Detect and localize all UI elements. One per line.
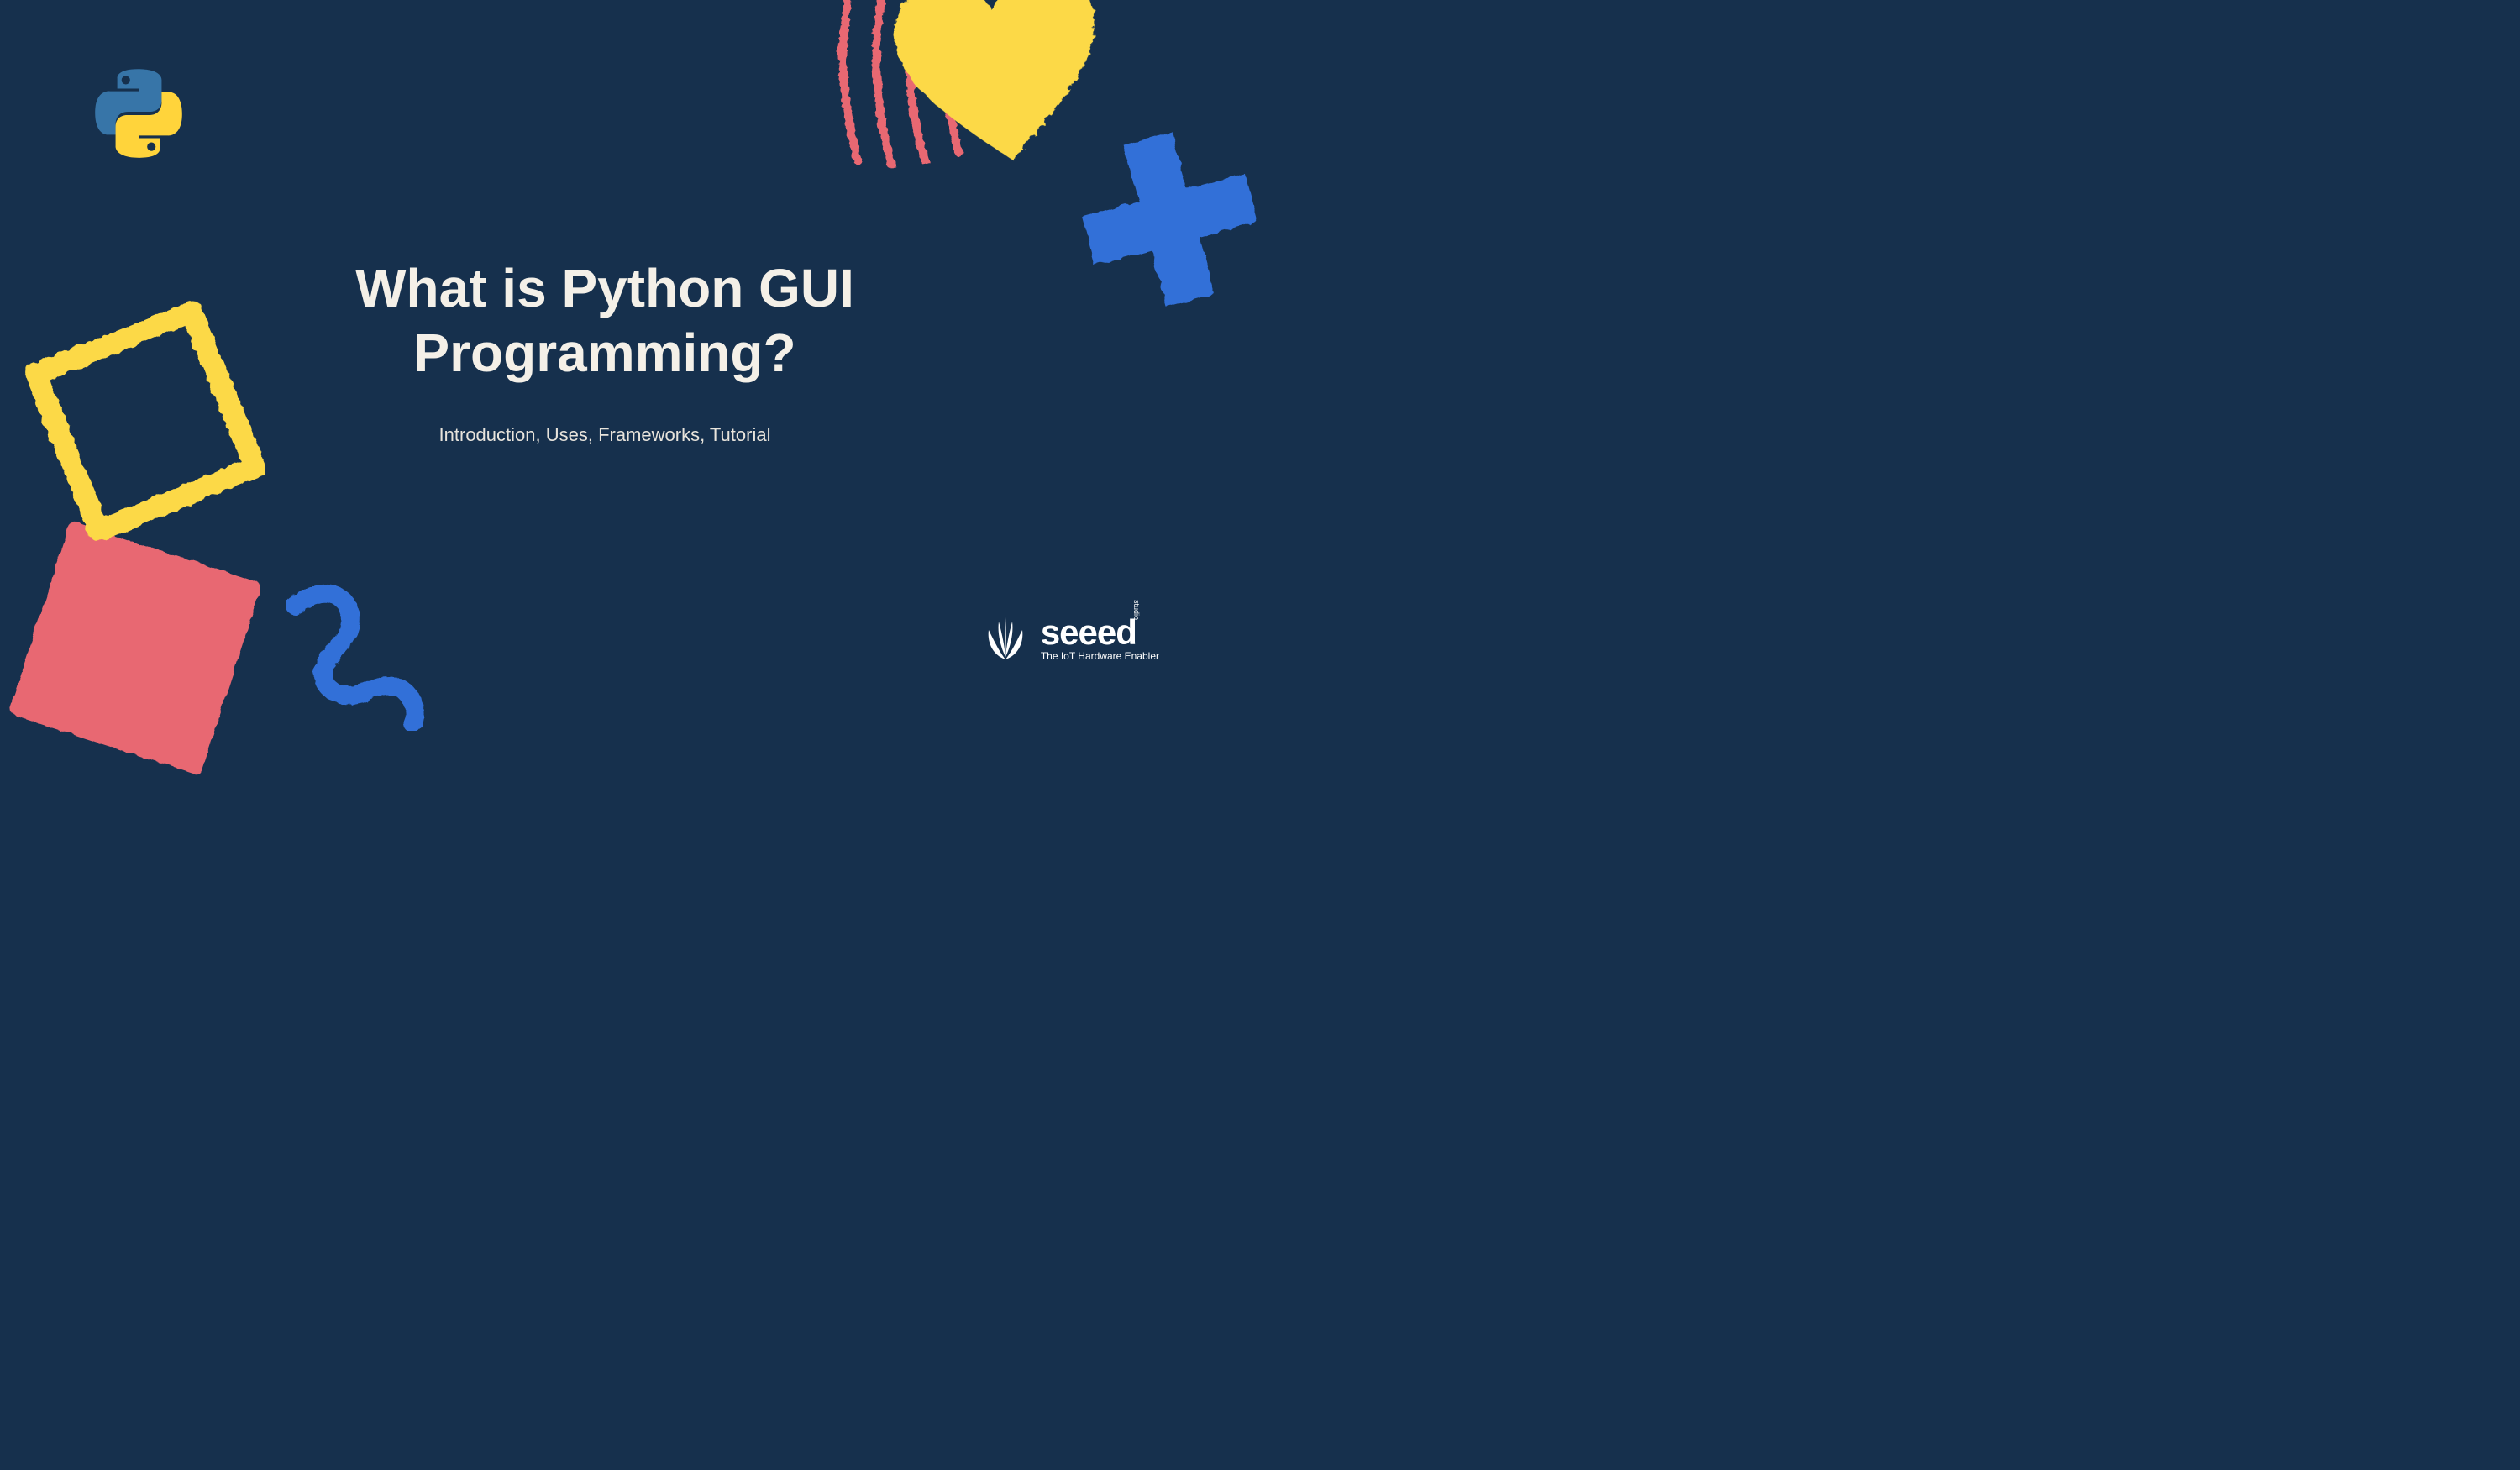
page-title: What is Python GUI Programming? (269, 256, 941, 386)
seeed-leaf-icon (980, 613, 1031, 664)
seeed-logo: seeed studio The IoT Hardware Enabler (980, 613, 1159, 664)
seeed-tagline: The IoT Hardware Enabler (1041, 650, 1159, 662)
decorative-pink-square (0, 509, 272, 785)
seeed-brand-text: seeed (1041, 615, 1137, 650)
seeed-studio-label: studio (1132, 600, 1141, 620)
decorative-blue-squiggle (269, 580, 437, 731)
decorative-yellow-heart (876, 0, 1123, 199)
python-logo-icon (84, 59, 193, 168)
decorative-yellow-square-outline (1, 278, 285, 562)
page-subtitle: Introduction, Uses, Frameworks, Tutorial (439, 424, 771, 446)
